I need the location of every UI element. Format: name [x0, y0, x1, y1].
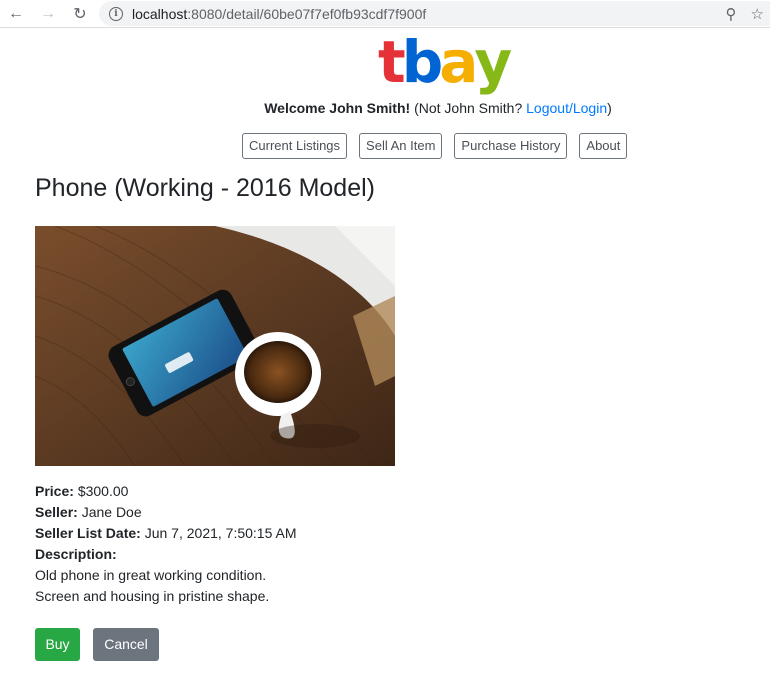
logo-letter: y [474, 28, 512, 96]
logo-letter: a [439, 28, 478, 96]
description-label: Description: [35, 546, 117, 562]
price-label: Price: [35, 483, 74, 499]
logo-letter: t [378, 28, 406, 96]
back-icon[interactable]: ← [6, 4, 26, 24]
price-value: $300.00 [77, 483, 129, 499]
description-line: Screen and housing in pristine shape. [35, 588, 270, 604]
forward-icon[interactable]: → [38, 4, 58, 24]
list-date-label: Seller List Date: [35, 525, 141, 541]
not-user-text: (Not John Smith? [414, 100, 523, 116]
price-row: Price: $300.00 [35, 481, 297, 502]
nav-about[interactable]: About [579, 133, 628, 159]
main-nav: Current Listings Sell An Item Purchase H… [242, 133, 628, 159]
url-host: localhost [132, 5, 188, 22]
cancel-button[interactable]: Cancel [93, 628, 159, 661]
description-line: Old phone in great working condition. [35, 567, 267, 583]
not-user-suffix: ) [607, 100, 612, 116]
address-bar[interactable]: i localhost:8080/detail/60be07f7ef0fb93c… [99, 1, 770, 26]
description-row: Description: [35, 544, 297, 565]
tbay-logo[interactable]: tbay [378, 28, 512, 96]
nav-purchase-history[interactable]: Purchase History [454, 133, 568, 159]
zoom-icon[interactable]: ⚲ [726, 5, 737, 23]
list-date-row: Seller List Date: Jun 7, 2021, 7:50:15 A… [35, 523, 297, 544]
logout-login-link[interactable]: Logout/Login [526, 100, 607, 116]
item-details: Price: $300.00 Seller: Jane Doe Seller L… [35, 481, 297, 607]
phone-and-coffee-image [35, 226, 395, 466]
seller-row: Seller: Jane Doe [35, 502, 297, 523]
list-date-value: Jun 7, 2021, 7:50:15 AM [144, 525, 297, 541]
logo-letter: b [401, 28, 443, 96]
reload-icon[interactable]: ↻ [70, 4, 90, 24]
bookmark-star-icon[interactable]: ☆ [751, 5, 764, 23]
nav-current-listings[interactable]: Current Listings [242, 133, 348, 159]
nav-sell-an-item[interactable]: Sell An Item [359, 133, 443, 159]
item-photo [35, 226, 395, 466]
buy-button[interactable]: Buy [35, 628, 80, 661]
seller-label: Seller: [35, 504, 78, 520]
welcome-greeting: Welcome John Smith! [264, 100, 411, 116]
seller-value: Jane Doe [81, 504, 142, 520]
url-path: :8080/detail/60be07f7ef0fb93cdf7f900f [187, 5, 427, 22]
welcome-line: Welcome John Smith! (Not John Smith? Log… [0, 98, 770, 118]
item-title: Phone (Working - 2016 Model) [35, 174, 375, 202]
site-info-icon[interactable]: i [109, 6, 123, 21]
browser-toolbar: ← → ↻ i localhost:8080/detail/60be07f7ef… [0, 0, 770, 28]
